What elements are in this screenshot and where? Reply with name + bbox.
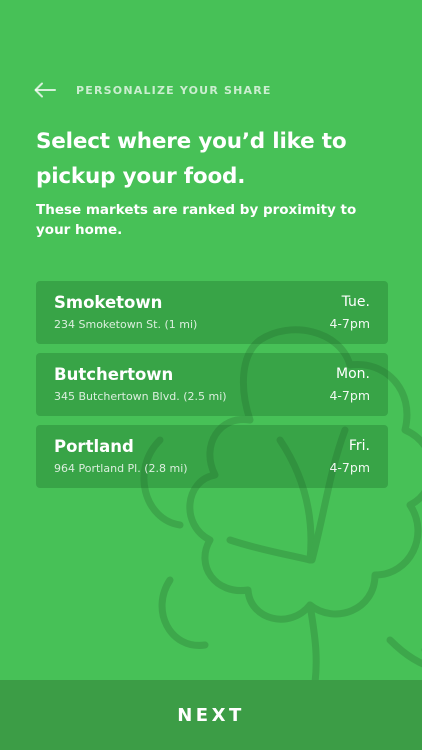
- market-list: Smoketown 234 Smoketown St. (1 mi) Tue. …: [36, 281, 388, 497]
- market-name: Butchertown: [54, 365, 174, 384]
- market-time: 4-7pm: [329, 316, 370, 331]
- arrow-left-icon: [34, 82, 56, 98]
- market-day: Tue.: [341, 294, 370, 310]
- market-day: Mon.: [336, 366, 370, 382]
- page-subtitle: These markets are ranked by proximity to…: [36, 202, 357, 238]
- market-address: 345 Butchertown Blvd. (2.5 mi): [54, 390, 227, 403]
- back-button[interactable]: [32, 77, 58, 103]
- market-name: Portland: [54, 437, 134, 456]
- market-card-butchertown[interactable]: Butchertown 345 Butchertown Blvd. (2.5 m…: [36, 353, 388, 416]
- market-address: 234 Smoketown St. (1 mi): [54, 318, 198, 331]
- page-title: Select where you’d like to pickup your f…: [36, 129, 347, 189]
- header-title: PERSONALIZE YOUR SHARE: [76, 83, 272, 97]
- next-button[interactable]: NEXT: [0, 680, 422, 750]
- market-name: Smoketown: [54, 293, 163, 312]
- market-card-smoketown[interactable]: Smoketown 234 Smoketown St. (1 mi) Tue. …: [36, 281, 388, 344]
- market-time: 4-7pm: [329, 460, 370, 475]
- market-address: 964 Portland Pl. (2.8 mi): [54, 462, 188, 475]
- market-day: Fri.: [348, 438, 370, 454]
- header: PERSONALIZE YOUR SHARE: [34, 76, 272, 104]
- market-time: 4-7pm: [329, 388, 370, 403]
- market-card-portland[interactable]: Portland 964 Portland Pl. (2.8 mi) Fri. …: [36, 425, 388, 488]
